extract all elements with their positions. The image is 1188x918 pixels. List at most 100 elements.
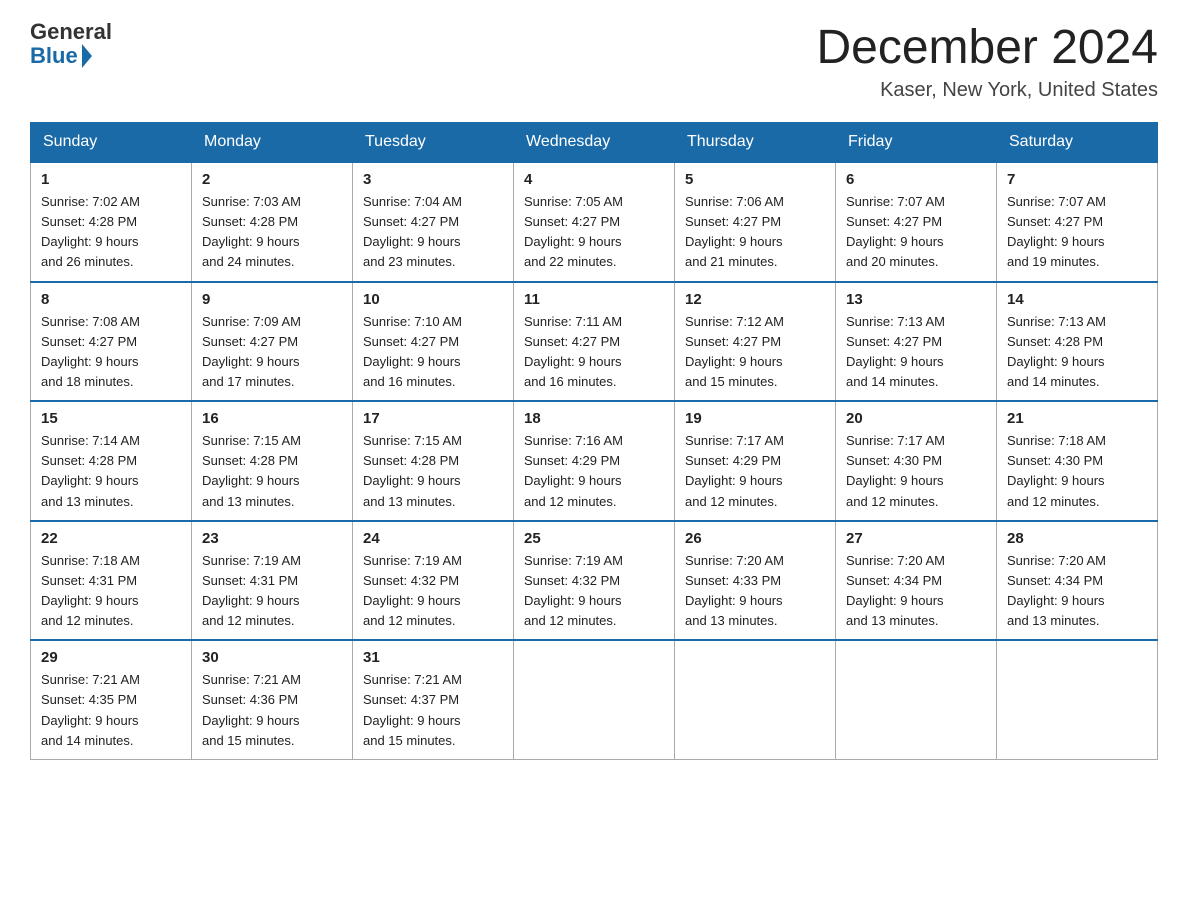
day-cell: 9 Sunrise: 7:09 AMSunset: 4:27 PMDaylight… — [192, 282, 353, 402]
day-number: 1 — [41, 171, 181, 188]
day-cell: 1 Sunrise: 7:02 AMSunset: 4:28 PMDaylight… — [31, 162, 192, 282]
day-info: Sunrise: 7:19 AMSunset: 4:31 PMDaylight:… — [202, 551, 342, 632]
logo-blue-text: Blue — [30, 44, 112, 68]
day-number: 31 — [363, 649, 503, 666]
day-number: 5 — [685, 171, 825, 188]
day-cell: 26 Sunrise: 7:20 AMSunset: 4:33 PMDayligh… — [675, 521, 836, 641]
day-cell: 20 Sunrise: 7:17 AMSunset: 4:30 PMDayligh… — [836, 401, 997, 521]
day-info: Sunrise: 7:20 AMSunset: 4:34 PMDaylight:… — [1007, 551, 1147, 632]
week-row-3: 15Sunrise: 7:14 AMSunset: 4:28 PMDayligh… — [31, 401, 1158, 521]
day-info: Sunrise: 7:13 AMSunset: 4:27 PMDaylight:… — [846, 312, 986, 393]
day-number: 16 — [202, 410, 342, 427]
day-info: Sunrise: 7:08 AMSunset: 4:27 PMDaylight:… — [41, 312, 181, 393]
day-info: Sunrise: 7:21 AMSunset: 4:37 PMDaylight:… — [363, 670, 503, 751]
day-info: Sunrise: 7:09 AMSunset: 4:27 PMDaylight:… — [202, 312, 342, 393]
day-info: Sunrise: 7:17 AMSunset: 4:30 PMDaylight:… — [846, 431, 986, 512]
day-info: Sunrise: 7:19 AMSunset: 4:32 PMDaylight:… — [363, 551, 503, 632]
day-cell — [836, 640, 997, 759]
day-number: 10 — [363, 291, 503, 308]
header-saturday: Saturday — [997, 123, 1158, 163]
day-cell: 8 Sunrise: 7:08 AMSunset: 4:27 PMDaylight… — [31, 282, 192, 402]
day-cell: 3Sunrise: 7:04 AMSunset: 4:27 PMDaylight… — [353, 162, 514, 282]
title-area: December 2024 Kaser, New York, United St… — [816, 20, 1158, 102]
day-info: Sunrise: 7:21 AMSunset: 4:35 PMDaylight:… — [41, 670, 181, 751]
day-cell: 18 Sunrise: 7:16 AMSunset: 4:29 PMDayligh… — [514, 401, 675, 521]
day-number: 13 — [846, 291, 986, 308]
day-info: Sunrise: 7:15 AMSunset: 4:28 PMDaylight:… — [202, 431, 342, 512]
header-thursday: Thursday — [675, 123, 836, 163]
day-number: 20 — [846, 410, 986, 427]
day-number: 21 — [1007, 410, 1147, 427]
day-info: Sunrise: 7:18 AMSunset: 4:31 PMDaylight:… — [41, 551, 181, 632]
day-number: 25 — [524, 530, 664, 547]
day-number: 8 — [41, 291, 181, 308]
day-cell: 6 Sunrise: 7:07 AMSunset: 4:27 PMDaylight… — [836, 162, 997, 282]
day-info: Sunrise: 7:19 AMSunset: 4:32 PMDaylight:… — [524, 551, 664, 632]
day-cell: 29Sunrise: 7:21 AMSunset: 4:35 PMDayligh… — [31, 640, 192, 759]
page-header: General Blue December 2024 Kaser, New Yo… — [30, 20, 1158, 102]
day-number: 12 — [685, 291, 825, 308]
day-number: 6 — [846, 171, 986, 188]
day-info: Sunrise: 7:06 AMSunset: 4:27 PMDaylight:… — [685, 192, 825, 273]
header-row: SundayMondayTuesdayWednesdayThursdayFrid… — [31, 123, 1158, 163]
header-wednesday: Wednesday — [514, 123, 675, 163]
header-sunday: Sunday — [31, 123, 192, 163]
day-cell: 4 Sunrise: 7:05 AMSunset: 4:27 PMDaylight… — [514, 162, 675, 282]
day-info: Sunrise: 7:17 AMSunset: 4:29 PMDaylight:… — [685, 431, 825, 512]
header-monday: Monday — [192, 123, 353, 163]
day-number: 19 — [685, 410, 825, 427]
day-cell: 31 Sunrise: 7:21 AMSunset: 4:37 PMDayligh… — [353, 640, 514, 759]
day-info: Sunrise: 7:21 AMSunset: 4:36 PMDaylight:… — [202, 670, 342, 751]
day-number: 18 — [524, 410, 664, 427]
day-cell: 16 Sunrise: 7:15 AMSunset: 4:28 PMDayligh… — [192, 401, 353, 521]
day-cell: 5 Sunrise: 7:06 AMSunset: 4:27 PMDaylight… — [675, 162, 836, 282]
day-cell: 15Sunrise: 7:14 AMSunset: 4:28 PMDayligh… — [31, 401, 192, 521]
day-cell: 21 Sunrise: 7:18 AMSunset: 4:30 PMDayligh… — [997, 401, 1158, 521]
day-info: Sunrise: 7:16 AMSunset: 4:29 PMDaylight:… — [524, 431, 664, 512]
day-cell: 12 Sunrise: 7:12 AMSunset: 4:27 PMDayligh… — [675, 282, 836, 402]
day-info: Sunrise: 7:05 AMSunset: 4:27 PMDaylight:… — [524, 192, 664, 273]
week-row-1: 1 Sunrise: 7:02 AMSunset: 4:28 PMDaylight… — [31, 162, 1158, 282]
day-info: Sunrise: 7:03 AMSunset: 4:28 PMDaylight:… — [202, 192, 342, 273]
day-info: Sunrise: 7:13 AMSunset: 4:28 PMDaylight:… — [1007, 312, 1147, 393]
day-number: 11 — [524, 291, 664, 308]
week-row-5: 29Sunrise: 7:21 AMSunset: 4:35 PMDayligh… — [31, 640, 1158, 759]
day-number: 28 — [1007, 530, 1147, 547]
day-cell: 13 Sunrise: 7:13 AMSunset: 4:27 PMDayligh… — [836, 282, 997, 402]
day-number: 26 — [685, 530, 825, 547]
day-number: 9 — [202, 291, 342, 308]
day-info: Sunrise: 7:12 AMSunset: 4:27 PMDaylight:… — [685, 312, 825, 393]
day-cell: 2 Sunrise: 7:03 AMSunset: 4:28 PMDaylight… — [192, 162, 353, 282]
calendar-table: SundayMondayTuesdayWednesdayThursdayFrid… — [30, 122, 1158, 760]
day-number: 7 — [1007, 171, 1147, 188]
day-cell: 22Sunrise: 7:18 AMSunset: 4:31 PMDayligh… — [31, 521, 192, 641]
day-number: 17 — [363, 410, 503, 427]
day-cell — [997, 640, 1158, 759]
logo: General Blue — [30, 20, 112, 68]
day-cell — [514, 640, 675, 759]
day-cell: 23 Sunrise: 7:19 AMSunset: 4:31 PMDayligh… — [192, 521, 353, 641]
header-tuesday: Tuesday — [353, 123, 514, 163]
week-row-4: 22Sunrise: 7:18 AMSunset: 4:31 PMDayligh… — [31, 521, 1158, 641]
logo-general-text: General — [30, 20, 112, 44]
day-info: Sunrise: 7:02 AMSunset: 4:28 PMDaylight:… — [41, 192, 181, 273]
day-cell — [675, 640, 836, 759]
day-info: Sunrise: 7:20 AMSunset: 4:33 PMDaylight:… — [685, 551, 825, 632]
day-cell: 28 Sunrise: 7:20 AMSunset: 4:34 PMDayligh… — [997, 521, 1158, 641]
day-cell: 10 Sunrise: 7:10 AMSunset: 4:27 PMDayligh… — [353, 282, 514, 402]
day-number: 23 — [202, 530, 342, 547]
location-title: Kaser, New York, United States — [816, 79, 1158, 102]
day-cell: 19 Sunrise: 7:17 AMSunset: 4:29 PMDayligh… — [675, 401, 836, 521]
header-friday: Friday — [836, 123, 997, 163]
day-info: Sunrise: 7:11 AMSunset: 4:27 PMDaylight:… — [524, 312, 664, 393]
day-number: 2 — [202, 171, 342, 188]
day-info: Sunrise: 7:10 AMSunset: 4:27 PMDaylight:… — [363, 312, 503, 393]
day-cell: 14Sunrise: 7:13 AMSunset: 4:28 PMDayligh… — [997, 282, 1158, 402]
day-cell: 30Sunrise: 7:21 AMSunset: 4:36 PMDayligh… — [192, 640, 353, 759]
day-info: Sunrise: 7:20 AMSunset: 4:34 PMDaylight:… — [846, 551, 986, 632]
day-number: 24 — [363, 530, 503, 547]
day-info: Sunrise: 7:07 AMSunset: 4:27 PMDaylight:… — [846, 192, 986, 273]
day-number: 4 — [524, 171, 664, 188]
day-info: Sunrise: 7:18 AMSunset: 4:30 PMDaylight:… — [1007, 431, 1147, 512]
day-info: Sunrise: 7:07 AMSunset: 4:27 PMDaylight:… — [1007, 192, 1147, 273]
